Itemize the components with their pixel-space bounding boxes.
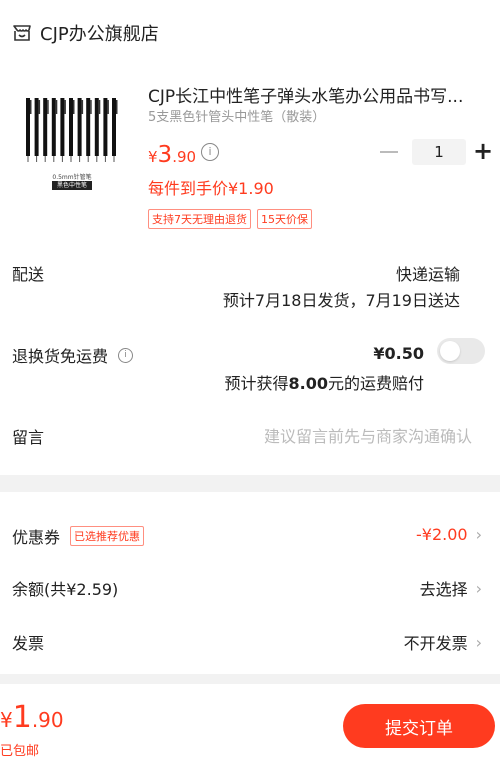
increase-button[interactable]: + [470,139,496,165]
return-insurance-desc-prefix: 预计获得 [224,374,289,393]
pen-clip [55,100,58,114]
pen-clip [38,100,41,114]
pen-body [112,98,116,156]
pen-tip [96,156,98,162]
pen-clip [47,100,49,114]
service-tags: 支持7天无理由退货 15天价保 [148,209,312,229]
product-price: ¥ 3 .90 [148,142,196,168]
balance-select[interactable]: 去选择 › [420,576,482,600]
total-integer: 1 [12,700,32,735]
store-icon [13,25,31,41]
product-spec: 5支黑色针管头中性笔（散装） [148,110,326,125]
return-insurance-row: 退换货免运费 i [12,343,134,367]
coupon-row[interactable]: 优惠券 已选推荐优惠 [12,524,145,548]
pen-body [51,98,56,156]
pen-clip [116,100,118,114]
chevron-right-icon: › [475,525,482,544]
decrease-button[interactable] [380,151,398,153]
product-image-caption: 0.5mm针管笔 [52,174,92,181]
pen-body [94,98,99,156]
invoice-label: 发票 [12,634,45,653]
return-insurance-price: ¥0.50 [373,344,424,363]
note-input[interactable] [200,424,474,448]
pen-tip [79,156,81,162]
store-header[interactable]: CJP办公旗舰店 [12,20,159,46]
info-icon[interactable]: i [118,347,134,363]
pen-tip [27,156,29,162]
pen-tip [61,156,63,162]
price-info-icon[interactable]: i [201,143,219,161]
coupon-value-row[interactable]: -¥2.00 › [416,525,482,544]
quantity-stepper: 1 + [380,139,496,165]
delivery-label: 配送 [12,265,45,284]
pen-clip [81,100,84,114]
pen-body [77,98,82,156]
pen-tip [113,156,115,162]
coupon-value: -¥2.00 [416,525,468,544]
submit-order-button[interactable]: 提交订单 [343,704,495,748]
pen-tip [44,156,46,162]
invoice-select[interactable]: 不开发票 › [404,630,482,654]
pen-clip [90,100,92,114]
service-tag: 支持7天无理由退货 [148,209,251,229]
pen-clip [64,100,66,114]
service-tag: 15天价保 [257,209,312,229]
order-total: ¥ 1 .90 [0,700,64,735]
pen-tip [70,156,72,162]
return-insurance-desc-suffix: 元的运费赔付 [327,374,424,393]
delivery-method[interactable]: 快递运输 [396,261,460,285]
product-image[interactable]: 0.5mm针管笔 黑色中性笔 [10,80,134,204]
pen-body [34,98,39,156]
return-insurance-desc: 预计获得8.00元的运费赔付 [224,370,424,394]
store-name: CJP办公旗舰店 [40,24,159,45]
coupon-label: 优惠券 [12,528,61,547]
chevron-right-icon: › [475,632,482,652]
product-title[interactable]: CJP长江中性笔子弹头水笔办公用品书写... [148,82,478,107]
pen-body [43,98,48,156]
payment-options-card: 优惠券 已选推荐优惠 -¥2.00 › 余额(共¥2.59) 去选择 › 发票 … [0,492,500,674]
pen-body [86,98,91,156]
note-label: 留言 [12,428,45,447]
coupon-badge: 已选推荐优惠 [70,526,145,546]
product-image-label: 黑色中性笔 [52,181,92,190]
toggle-knob [440,341,460,361]
pen-clip [73,100,75,114]
pen-tip [87,156,89,162]
return-insurance-amount: 8.00 [288,374,328,393]
pen-tip [53,156,55,162]
price-integer: 3 [157,142,173,168]
return-insurance-toggle[interactable] [437,338,485,364]
pen-clip [30,100,32,114]
quantity-value[interactable]: 1 [412,139,466,165]
pen-body [60,98,65,156]
return-insurance-label: 退换货免运费 [12,347,109,366]
price-currency: ¥ [148,148,158,166]
pen-body [103,98,108,156]
pen-clip [107,100,109,114]
shipping-note: 已包邮 [0,744,40,759]
balance-action: 去选择 [419,580,468,599]
price-decimal: .90 [172,148,197,166]
total-decimal: .90 [31,708,64,732]
pen-tip [36,156,38,162]
total-currency: ¥ [0,708,13,732]
delivery-estimate: 预计7月18日发货，7月19日送达 [222,291,460,310]
pen-body [69,98,73,156]
order-item-card: CJP办公旗舰店 0.5mm针管笔 黑色中性笔 CJP长江中性笔子弹头水笔办公用… [0,0,500,475]
pen-tip [104,156,106,162]
balance-label: 余额(共¥2.59) [12,580,119,599]
pen-body [26,98,30,156]
chevron-right-icon: › [475,578,482,598]
pen-clip [98,100,101,114]
promo-price: 每件到手价¥1.90 [148,179,274,198]
invoice-value: 不开发票 [403,634,468,653]
